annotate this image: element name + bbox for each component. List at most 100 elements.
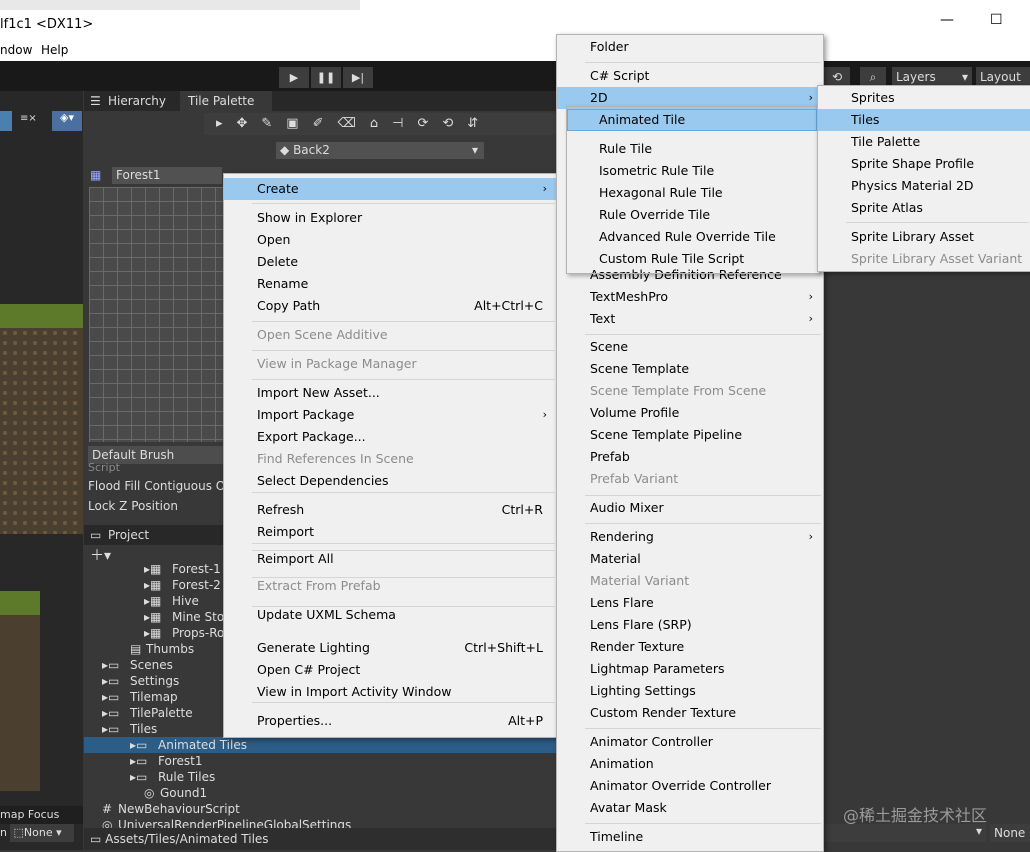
palette-dropdown[interactable]: Forest1: [112, 167, 222, 184]
menu-item-lightmap-parameters[interactable]: Lightmap Parameters: [557, 658, 823, 680]
play-icon[interactable]: ▶: [279, 67, 309, 88]
menu-item-sprite-library-asset[interactable]: Sprite Library Asset: [818, 226, 1030, 248]
audio-icon[interactable]: ≡×: [20, 113, 46, 129]
tab-hierarchy[interactable]: Hierarchy: [108, 94, 166, 108]
menu-separator: [252, 606, 555, 607]
menu-item-copy-path[interactable]: Copy Path Alt+Ctrl+C: [224, 295, 557, 317]
menu-item-custom-render-texture[interactable]: Custom Render Texture: [557, 702, 823, 724]
layers-dropdown[interactable]: Layers ▾: [892, 67, 972, 87]
menu-item-prefab[interactable]: Prefab: [557, 446, 823, 468]
menu-item-update-uxml-schema[interactable]: Update UXML Schema: [224, 604, 557, 626]
menu-item-material[interactable]: Material: [557, 548, 823, 570]
menu-item-lens-flare-srp[interactable]: Lens Flare (SRP): [557, 614, 823, 636]
scene-view[interactable]: ≡× ◈▾ map Focus n ⬚None ▾: [0, 91, 83, 850]
menu-item-delete[interactable]: Delete: [224, 251, 557, 273]
menu-item-tiles[interactable]: Tiles: [818, 109, 1030, 131]
menu-item-audio-mixer[interactable]: Audio Mixer: [557, 497, 823, 519]
menu-item-generate-lighting[interactable]: Generate Lighting Ctrl+Shift+L: [224, 637, 557, 659]
menu-item-find-references-in-scene: Find References In Scene: [224, 448, 557, 470]
menu-item-create[interactable]: Create ›: [224, 178, 557, 200]
history-icon[interactable]: ⟲: [824, 67, 850, 87]
menu-item-label: Sprite Library Asset Variant: [851, 251, 1023, 266]
folder-icon: ▭: [90, 832, 102, 846]
none-right-dropdown[interactable]: None: [990, 824, 1030, 842]
menu-item-rule-override-tile[interactable]: Rule Override Tile: [557, 204, 823, 226]
menu-item-sprites[interactable]: Sprites: [818, 87, 1030, 109]
none-right-label: None: [994, 826, 1026, 840]
menu-item-rule-tile[interactable]: Rule Tile: [557, 138, 823, 160]
menu-item-rename[interactable]: Rename: [224, 273, 557, 295]
palette-grid[interactable]: [89, 187, 224, 442]
tree-item-newbehaviourscript[interactable]: # NewBehaviourScript: [84, 801, 564, 817]
menu-item-volume-profile[interactable]: Volume Profile: [557, 402, 823, 424]
maximize-button[interactable]: ☐: [990, 12, 1003, 28]
inspector-dropdown[interactable]: ▾: [822, 824, 986, 842]
scene-tool-button[interactable]: [0, 111, 12, 131]
menu-item-export-package[interactable]: Export Package...: [224, 426, 557, 448]
menu-item-refresh[interactable]: Refresh Ctrl+R: [224, 499, 557, 521]
tab-project[interactable]: Project: [108, 528, 149, 542]
menu-item-view-in-import-activity-window[interactable]: View in Import Activity Window: [224, 681, 557, 703]
menu-item-2d[interactable]: 2D ›: [557, 87, 823, 109]
menu-help[interactable]: Help: [41, 43, 68, 57]
menu-item-animator-controller[interactable]: Animator Controller: [557, 731, 823, 753]
menu-item-label: Scene Template From Scene: [590, 383, 767, 398]
menu-item-import-package[interactable]: Import Package ›: [224, 404, 557, 426]
menu-item-assembly-definition-reference[interactable]: Assembly Definition Reference: [557, 264, 823, 286]
menu-separator: [252, 203, 555, 204]
tree-item-label: Animated Tiles: [158, 738, 247, 752]
menu-item-advanced-rule-override-tile[interactable]: Advanced Rule Override Tile: [557, 226, 823, 248]
tile-tool-bar[interactable]: ▸✥✎▣✐⌫⌂⊣⟳⟲⇵: [204, 113, 566, 135]
tree-item-gound1[interactable]: ◎ Gound1: [84, 785, 564, 801]
tree-item-rule-tiles[interactable]: ▸▭ Rule Tiles: [84, 769, 564, 785]
menu-item-scene[interactable]: Scene: [557, 336, 823, 358]
menu-item-label: View in Package Manager: [257, 356, 417, 371]
pause-icon[interactable]: ❚❚: [311, 67, 341, 88]
menu-item-sprite-shape-profile[interactable]: Sprite Shape Profile: [818, 153, 1030, 175]
menu-item-select-dependencies[interactable]: Select Dependencies: [224, 470, 557, 492]
menu-item-reimport-all[interactable]: Reimport All: [224, 548, 557, 570]
layout-dropdown[interactable]: Layout: [976, 67, 1030, 87]
menu-item-reimport[interactable]: Reimport: [224, 521, 557, 543]
tab-tile-palette[interactable]: Tile Palette: [180, 91, 272, 111]
menu-item-animator-override-controller[interactable]: Animator Override Controller: [557, 775, 823, 797]
menu-item-scene-template[interactable]: Scene Template: [557, 358, 823, 380]
active-tilemap-dropdown[interactable]: ◆ Back2 ▾: [276, 142, 484, 159]
menu-item-lens-flare[interactable]: Lens Flare: [557, 592, 823, 614]
menu-item-scene-template-pipeline[interactable]: Scene Template Pipeline: [557, 424, 823, 446]
menu-item-properties[interactable]: Properties... Alt+P: [224, 710, 557, 732]
minimize-button[interactable]: —: [940, 12, 954, 28]
menu-item-isometric-rule-tile[interactable]: Isometric Rule Tile: [557, 160, 823, 182]
menu-item-rendering[interactable]: Rendering ›: [557, 526, 823, 548]
folder-icon: ▸▭: [102, 690, 120, 704]
menu-item-text[interactable]: Text ›: [557, 308, 823, 330]
menu-item-folder[interactable]: Folder: [557, 36, 823, 58]
menu-item-import-new-asset[interactable]: Import New Asset...: [224, 382, 557, 404]
menu-item-sprite-atlas[interactable]: Sprite Atlas: [818, 197, 1030, 219]
menu-item-hexagonal-rule-tile[interactable]: Hexagonal Rule Tile: [557, 182, 823, 204]
tree-item-forest1[interactable]: ▸▭ Forest1: [84, 753, 564, 769]
search-icon[interactable]: ⌕: [860, 67, 886, 87]
focus-dropdown[interactable]: ⬚None ▾: [10, 824, 74, 842]
project-path-bar: ▭ Assets/Tiles/Animated Tiles: [84, 828, 564, 850]
menu-item-animation[interactable]: Animation: [557, 753, 823, 775]
menu-item-tile-palette[interactable]: Tile Palette: [818, 131, 1030, 153]
menu-item-textmeshpro[interactable]: TextMeshPro ›: [557, 286, 823, 308]
tree-item-animated-tiles[interactable]: ▸▭ Animated Tiles: [84, 737, 564, 753]
menu-item-open-c-project[interactable]: Open C# Project: [224, 659, 557, 681]
menu-item-c-script[interactable]: C# Script: [557, 65, 823, 87]
layers-icon[interactable]: ◈▾: [52, 111, 82, 131]
menu-item-open[interactable]: Open: [224, 229, 557, 251]
menu-item-label: Audio Mixer: [590, 500, 664, 515]
menu-item-show-in-explorer[interactable]: Show in Explorer: [224, 207, 557, 229]
menu-item-animated-tile[interactable]: Animated Tile: [557, 109, 823, 131]
menu-window[interactable]: ndow: [0, 43, 32, 57]
menu-item-lighting-settings[interactable]: Lighting Settings: [557, 680, 823, 702]
menu-item-label: Import New Asset...: [257, 385, 380, 400]
menu-item-timeline[interactable]: Timeline: [557, 826, 823, 848]
step-icon[interactable]: ▶|: [343, 67, 373, 88]
menu-item-label: Sprite Library Asset: [851, 229, 974, 244]
menu-item-render-texture[interactable]: Render Texture: [557, 636, 823, 658]
menu-item-avatar-mask[interactable]: Avatar Mask: [557, 797, 823, 819]
menu-item-physics-material-2d[interactable]: Physics Material 2D: [818, 175, 1030, 197]
